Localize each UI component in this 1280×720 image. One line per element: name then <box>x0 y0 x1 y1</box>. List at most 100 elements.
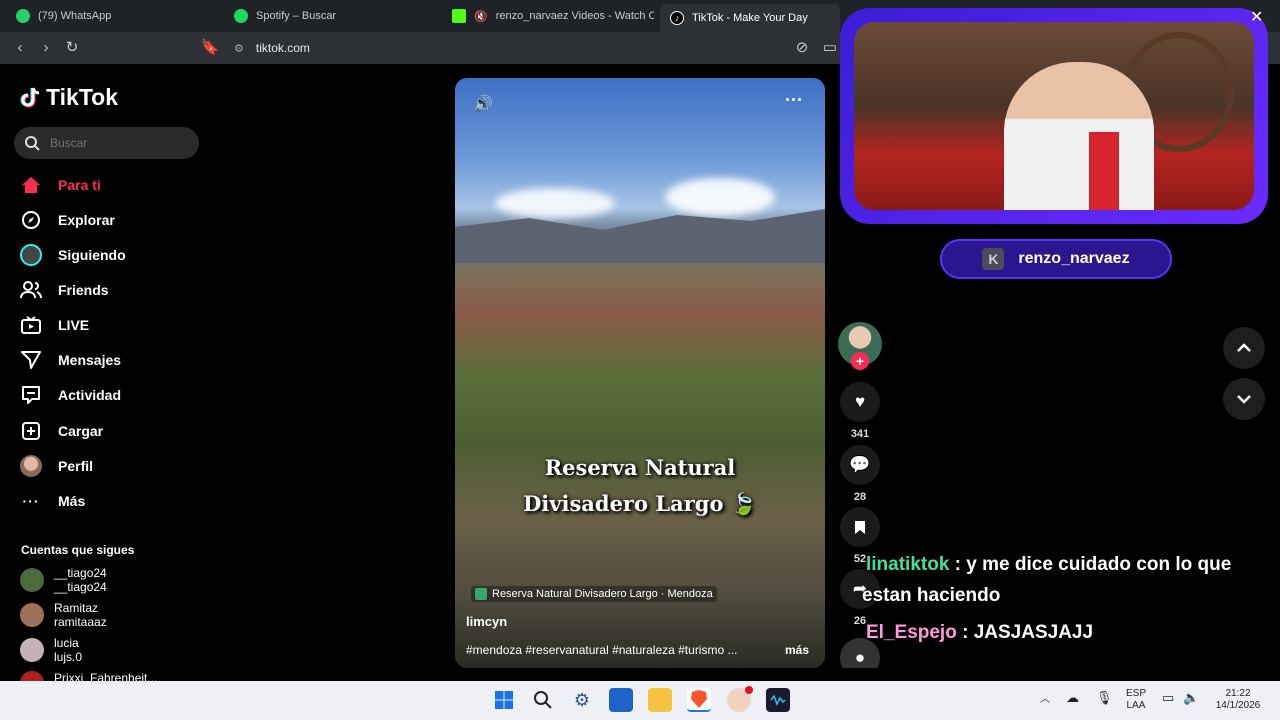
file-explorer-icon[interactable] <box>648 688 672 712</box>
url-field[interactable]: ⚙ tiktok.com <box>234 36 854 60</box>
tiktok-logo[interactable]: TikTok <box>20 84 118 111</box>
volume-icon[interactable]: 🔈 <box>1183 691 1199 704</box>
location-tag[interactable]: Reserva Natural Divisadero Largo · Mendo… <box>471 586 717 602</box>
settings-gear-icon[interactable]: ⚙ <box>570 688 594 712</box>
cast-icon[interactable]: ▭ <box>820 38 840 58</box>
video-author[interactable]: limcyn <box>466 614 507 629</box>
upload-icon <box>20 420 42 442</box>
tab-label: renzo_narvaez Videos - Watch On <box>495 10 654 22</box>
taskbar-search-icon[interactable] <box>531 688 555 712</box>
account-handle: ramitaaaz <box>54 615 107 629</box>
previous-video-button[interactable] <box>1223 327 1265 369</box>
url-text: tiktok.com <box>255 41 310 55</box>
account-name: __tiago24 <box>54 566 107 580</box>
language-indicator[interactable]: ESP LAA <box>1124 688 1148 712</box>
bookmark-icon[interactable] <box>840 507 880 547</box>
comment-icon[interactable]: 💬 <box>840 445 880 485</box>
no-camera-icon[interactable]: ⊘ <box>792 38 812 58</box>
volume-icon[interactable]: 🔊 <box>473 94 493 114</box>
tab-tiktok[interactable]: ♪ TikTok - Make Your Day <box>660 4 840 32</box>
search-box[interactable] <box>14 127 199 159</box>
caption-more-button[interactable]: más <box>785 643 809 657</box>
reload-icon[interactable]: ↻ <box>62 38 82 58</box>
followed-account[interactable]: Prixxi_Fahrenheit... <box>20 671 157 681</box>
sidebar-item-mas[interactable]: ··· Más <box>20 487 86 515</box>
chat-username: linatiktok <box>866 554 950 575</box>
network-icon[interactable]: ▭ <box>1162 691 1174 704</box>
obs-icon[interactable] <box>766 688 790 712</box>
forward-icon[interactable]: › <box>36 38 56 58</box>
chat-message: linatiktok : y me dice cuidado con lo qu… <box>866 554 1280 576</box>
close-icon[interactable]: ✕ <box>1250 7 1263 27</box>
chevron-up-icon <box>1237 343 1251 352</box>
followed-account[interactable]: Ramitaz ramitaaaz <box>20 601 107 629</box>
overlay-line: Reserva Natural <box>544 455 736 480</box>
tray-overflow-icon[interactable]: ︿ <box>1040 694 1050 706</box>
sidebar-item-label: Siguiendo <box>58 247 126 263</box>
whatsapp-icon <box>16 9 30 23</box>
send-icon <box>20 349 42 371</box>
webcam-feed <box>854 22 1254 210</box>
onedrive-icon[interactable]: ☁ <box>1066 691 1079 704</box>
sidebar-item-para-ti[interactable]: Para ti <box>20 171 101 199</box>
sidebar-item-label: Explorar <box>58 212 115 228</box>
account-handle: lujs.0 <box>54 650 83 664</box>
taskbar <box>0 681 1280 720</box>
site-settings-icon[interactable]: ⚙ <box>234 42 244 55</box>
windows-start-icon[interactable] <box>492 688 516 712</box>
account-name: Ramitaz <box>54 601 99 615</box>
back-icon[interactable]: ‹ <box>10 38 30 58</box>
sidebar-item-live[interactable]: LIVE <box>20 311 89 339</box>
location-text: Reserva Natural Divisadero Largo · Mendo… <box>492 588 713 600</box>
video-frame-cloud <box>665 178 775 216</box>
video-player[interactable]: 🔊 ··· Reserva Natural Divisadero Largo 🍃… <box>455 78 825 668</box>
chat-text: : y me dice cuidado con lo que <box>949 554 1232 575</box>
like-count: 341 <box>850 428 870 440</box>
sidebar-item-cargar[interactable]: Cargar <box>20 417 103 445</box>
avatar <box>20 671 44 681</box>
sidebar-item-siguiendo[interactable]: Siguiendo <box>20 241 126 269</box>
kick-logo-icon: K <box>982 248 1005 270</box>
search-input[interactable] <box>50 136 190 150</box>
video-frame-cloud <box>495 188 615 218</box>
account-name: lucia <box>54 636 79 650</box>
sidebar-item-friends[interactable]: Friends <box>20 276 109 304</box>
clock-date: 14/1/2026 <box>1215 700 1261 711</box>
heart-icon[interactable]: ♥ <box>840 382 880 422</box>
sidebar-item-label: Perfil <box>58 458 94 474</box>
microphone-icon[interactable]: 🎙 <box>1096 691 1113 704</box>
sidebar-item-perfil[interactable]: Perfil <box>20 452 93 480</box>
chat-text-continued: estan haciendo <box>862 585 1001 606</box>
account-name: Prixxi_Fahrenheit... <box>54 671 158 681</box>
next-video-button[interactable] <box>1223 378 1265 420</box>
sidebar-item-mensajes[interactable]: Mensajes <box>20 346 121 374</box>
clock[interactable]: 21:22 14/1/2026 <box>1208 688 1268 712</box>
video-overlay-title: Reserva Natural Divisadero Largo 🍃 <box>455 450 825 522</box>
more-icon: ··· <box>22 493 40 509</box>
activity-icon <box>20 384 42 406</box>
follow-plus-icon[interactable]: + <box>851 352 869 370</box>
store-icon[interactable] <box>609 688 633 712</box>
sidebar-item-label: LIVE <box>58 317 90 333</box>
sidebar-item-actividad[interactable]: Actividad <box>20 381 121 409</box>
brave-browser-icon[interactable] <box>687 688 711 712</box>
location-icon <box>475 588 487 600</box>
like-action[interactable]: ♥ 341 <box>840 382 880 440</box>
tab-whatsapp[interactable]: (79) WhatsApp <box>6 4 221 28</box>
tab-kick[interactable]: 🔇 renzo_narvaez Videos - Watch On <box>442 4 654 28</box>
tab-spotify[interactable]: Spotify – Buscar <box>224 4 436 28</box>
bookmark-icon[interactable]: 🔖 <box>200 38 220 58</box>
video-options-icon[interactable]: ··· <box>785 90 803 111</box>
tab-label: Spotify – Buscar <box>256 10 337 22</box>
followed-account[interactable]: lucia lujs.0 <box>20 636 82 664</box>
clock-time: 21:22 <box>1225 688 1251 699</box>
comment-action[interactable]: 💬 28 <box>840 445 880 503</box>
app-notification-icon[interactable] <box>727 686 753 712</box>
sidebar-item-explorar[interactable]: Explorar <box>20 206 115 234</box>
followed-account[interactable]: __tiago24 __tiago24 <box>20 566 107 594</box>
muted-icon: 🔇 <box>474 10 488 23</box>
following-avatar-icon <box>20 244 42 266</box>
following-section-title: Cuentas que sigues <box>21 543 135 557</box>
avatar <box>20 568 44 592</box>
tab-label: (79) WhatsApp <box>38 10 112 22</box>
